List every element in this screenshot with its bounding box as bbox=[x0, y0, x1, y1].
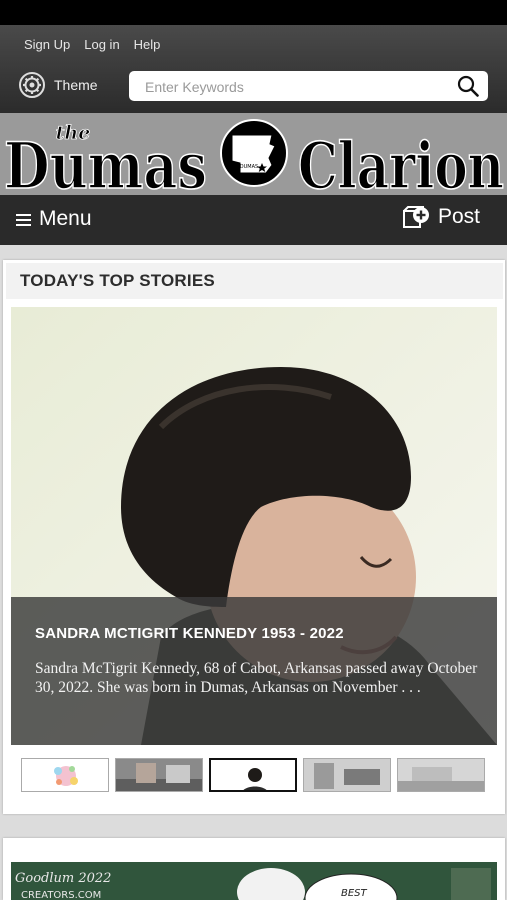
hamburger-icon bbox=[16, 214, 31, 226]
state-seal-logo: DUMAS bbox=[220, 119, 288, 187]
menu-label: Menu bbox=[39, 207, 92, 230]
section-title: TODAY'S TOP STORIES bbox=[20, 271, 215, 290]
masthead-right-word: Clarion bbox=[298, 129, 504, 195]
masthead-left-word: Dumas bbox=[4, 129, 207, 195]
seal-text: DUMAS bbox=[240, 164, 258, 170]
post-label: Post bbox=[437, 205, 480, 228]
editorial-cartoon[interactable]: Goodlum 2022 CREATORS.COM BEST bbox=[11, 862, 497, 900]
story-summary: Sandra McTigrit Kennedy, 68 of Cabot, Ar… bbox=[35, 660, 478, 696]
search-box bbox=[129, 71, 488, 101]
post-button[interactable]: Post bbox=[402, 205, 480, 229]
top-bar: Sign Up Log in Help Theme bbox=[0, 25, 507, 113]
cartoon-credit: CREATORS.COM bbox=[21, 890, 101, 900]
story-caption: SANDRA MCTIGRIT KENNEDY 1953 - 2022 Sand… bbox=[11, 597, 497, 745]
thumbnail-4[interactable] bbox=[303, 758, 391, 792]
sign-up-link[interactable]: Sign Up bbox=[24, 37, 70, 52]
story-headline[interactable]: SANDRA MCTIGRIT KENNEDY 1953 - 2022 bbox=[35, 625, 344, 642]
theme-button[interactable]: Theme bbox=[18, 71, 98, 99]
masthead[interactable]: the Dumas DUMAS Clarion bbox=[0, 113, 507, 195]
story-thumbnails bbox=[21, 758, 487, 794]
cartoon-signature: Goodlum 2022 bbox=[15, 871, 111, 886]
theme-label: Theme bbox=[54, 77, 98, 93]
thumbnail-3[interactable] bbox=[209, 758, 297, 792]
top-stories-card: TODAY'S TOP STORIES SANDRA MCTIGRIT KENN… bbox=[3, 260, 505, 814]
gear-icon bbox=[19, 72, 45, 98]
top-stories-header: TODAY'S TOP STORIES bbox=[6, 263, 503, 299]
thumbnail-2[interactable] bbox=[115, 758, 203, 792]
search-input[interactable] bbox=[143, 76, 447, 98]
status-bar bbox=[0, 0, 507, 25]
nav-bar: Menu Post bbox=[0, 195, 507, 245]
account-links: Sign Up Log in Help bbox=[24, 37, 160, 52]
menu-button[interactable]: Menu bbox=[16, 207, 92, 231]
featured-story[interactable]: SANDRA MCTIGRIT KENNEDY 1953 - 2022 Sand… bbox=[11, 307, 497, 745]
cartoon-bubble-text: BEST bbox=[341, 888, 368, 899]
thumbnail-1[interactable] bbox=[21, 758, 109, 792]
help-link[interactable]: Help bbox=[134, 37, 161, 52]
thumbnail-5[interactable] bbox=[397, 758, 485, 792]
cartoon-card: Goodlum 2022 CREATORS.COM BEST bbox=[3, 838, 505, 900]
post-add-icon bbox=[402, 206, 429, 228]
search-icon[interactable] bbox=[457, 75, 479, 97]
log-in-link[interactable]: Log in bbox=[84, 37, 119, 52]
